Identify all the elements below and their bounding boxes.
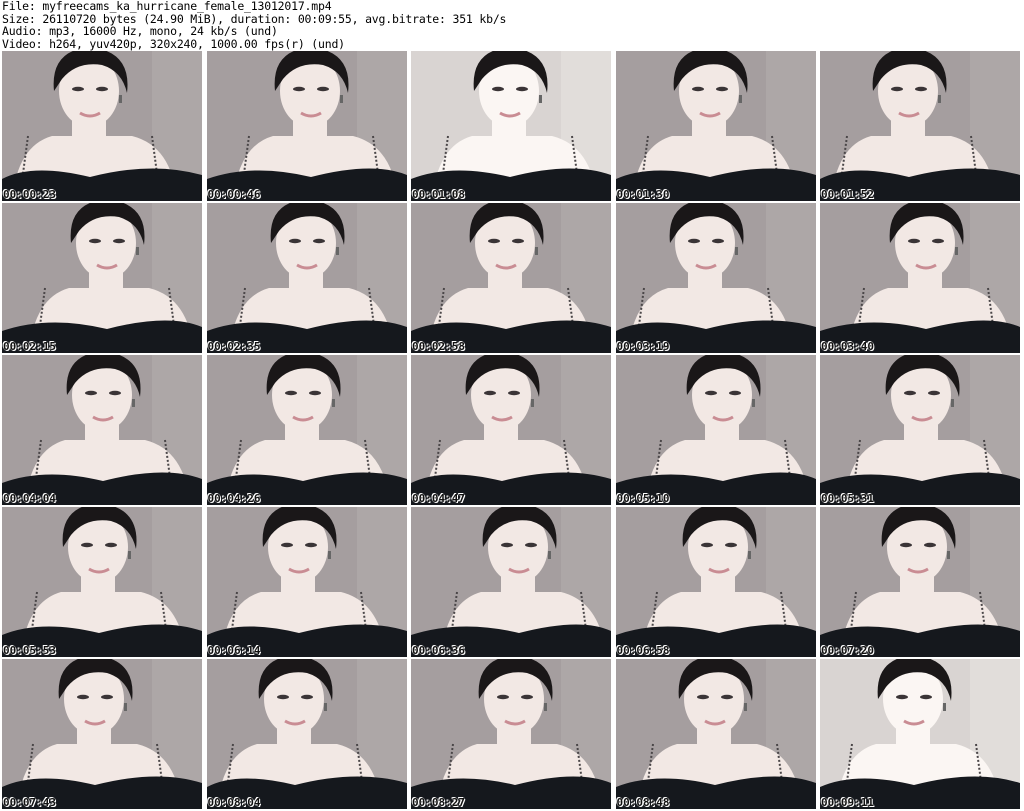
video-frame-thumbnail: 00:08:27 [411,659,611,809]
video-frame-thumbnail: 00:09:11 [820,659,1020,809]
video-frame-thumbnail: 00:00:46 [206,51,407,201]
frame-image [820,51,1020,201]
frame-image [2,507,202,657]
frame-timestamp: 00:08:27 [412,796,465,809]
video-frame-thumbnail: 00:04:04 [2,355,202,505]
video-frame-thumbnail: 00:02:58 [411,203,611,353]
frame-image [615,203,816,353]
video-frame-thumbnail: 00:01:30 [615,51,816,201]
frame-image [206,203,407,353]
frame-timestamp: 00:05:31 [821,492,874,505]
video-frame-thumbnail: 00:00:23 [2,51,202,201]
video-frame-thumbnail: 00:05:10 [615,355,816,505]
frame-image [411,51,611,201]
audio-info-line: Audio: mp3, 16000 Hz, mono, 24 kb/s (und… [2,24,278,39]
frame-image [206,507,407,657]
frame-timestamp: 00:06:14 [207,644,261,657]
frame-image [206,51,407,201]
video-frame-thumbnail: 00:05:53 [2,507,202,657]
frame-image [820,659,1020,809]
frame-timestamp: 00:04:04 [3,492,56,505]
video-frame-thumbnail: 00:04:26 [206,355,407,505]
frame-timestamp: 00:01:08 [412,188,465,201]
frame-image [615,507,816,657]
frame-timestamp: 00:02:58 [412,340,465,353]
frame-image [206,659,407,809]
frame-image [2,203,202,353]
frame-image [615,659,816,809]
video-frame-thumbnail: 00:06:14 [206,507,407,657]
video-frame-thumbnail: 00:08:48 [615,659,816,809]
video-frame-thumbnail: 00:03:19 [615,203,816,353]
video-frame-thumbnail: 00:07:20 [820,507,1020,657]
frame-timestamp: 00:08:48 [616,796,670,809]
video-frame-thumbnail: 00:04:47 [411,355,611,505]
file-name-line: File: myfreecams_ka_hurricane_female_130… [2,0,332,13]
frame-timestamp: 00:06:36 [412,644,465,657]
frame-image [411,355,611,505]
frame-timestamp: 00:03:40 [821,340,874,353]
frame-image [820,355,1020,505]
frame-timestamp: 00:00:23 [3,188,56,201]
video-frame-thumbnail: 00:06:36 [411,507,611,657]
frame-timestamp: 00:02:15 [3,340,56,353]
frame-image [411,507,611,657]
frame-image [411,203,611,353]
video-frame-thumbnail: 00:05:31 [820,355,1020,505]
video-frame-thumbnail: 00:07:43 [2,659,202,809]
frame-image [2,355,202,505]
frame-image [2,659,202,809]
frame-image [615,51,816,201]
video-frame-thumbnail: 00:03:40 [820,203,1020,353]
file-info-header: File: myfreecams_ka_hurricane_female_130… [2,0,1022,50]
frame-timestamp: 00:00:46 [207,188,261,201]
frame-timestamp: 00:06:58 [616,644,670,657]
frame-timestamp: 00:01:52 [821,188,874,201]
frame-image [615,355,816,505]
frame-image [820,203,1020,353]
thumbnail-grid: 00:00:23 00:00:46 00:01:08 00:01:30 00:01:52… [2,51,1022,809]
video-frame-thumbnail: 00:02:15 [2,203,202,353]
frame-timestamp: 00:01:30 [616,188,670,201]
video-frame-thumbnail: 00:06:58 [615,507,816,657]
frame-timestamp: 00:05:53 [3,644,56,657]
frame-timestamp: 00:03:19 [616,340,670,353]
video-frame-thumbnail: 00:01:52 [820,51,1020,201]
frame-image [820,507,1020,657]
frame-image [206,355,407,505]
frame-timestamp: 00:08:04 [207,796,261,809]
frame-timestamp: 00:04:26 [207,492,261,505]
video-info-line: Video: h264, yuv420p, 320x240, 1000.00 f… [2,36,345,51]
frame-timestamp: 00:04:47 [412,492,465,505]
video-frame-thumbnail: 00:02:35 [206,203,407,353]
frame-timestamp: 00:09:11 [821,796,874,809]
frame-timestamp: 00:02:35 [207,340,261,353]
frame-timestamp: 00:05:10 [616,492,670,505]
video-frame-thumbnail: 00:01:08 [411,51,611,201]
frame-timestamp: 00:07:20 [821,644,874,657]
frame-timestamp: 00:07:43 [3,796,56,809]
frame-image [2,51,202,201]
frame-image [411,659,611,809]
video-frame-thumbnail: 00:08:04 [206,659,407,809]
